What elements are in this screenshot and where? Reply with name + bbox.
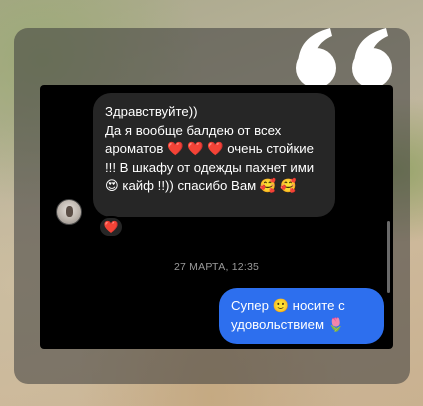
outgoing-message-bubble[interactable]: Супер 🙂 носите с удовольствием 🌷 — [219, 288, 384, 344]
sender-avatar[interactable] — [56, 199, 82, 225]
chat-scrollbar[interactable] — [387, 221, 390, 293]
incoming-message-bubble[interactable]: Здравствуйте)) Да я вообще балдею от все… — [93, 93, 335, 217]
heart-reaction-badge[interactable]: ❤️ — [98, 216, 124, 238]
chat-screenshot: Здравствуйте)) Да я вообще балдею от все… — [40, 85, 393, 349]
photo-background: Здравствуйте)) Да я вообще балдею от все… — [0, 0, 423, 406]
message-timestamp: 27 МАРТА, 12:35 — [173, 261, 260, 273]
